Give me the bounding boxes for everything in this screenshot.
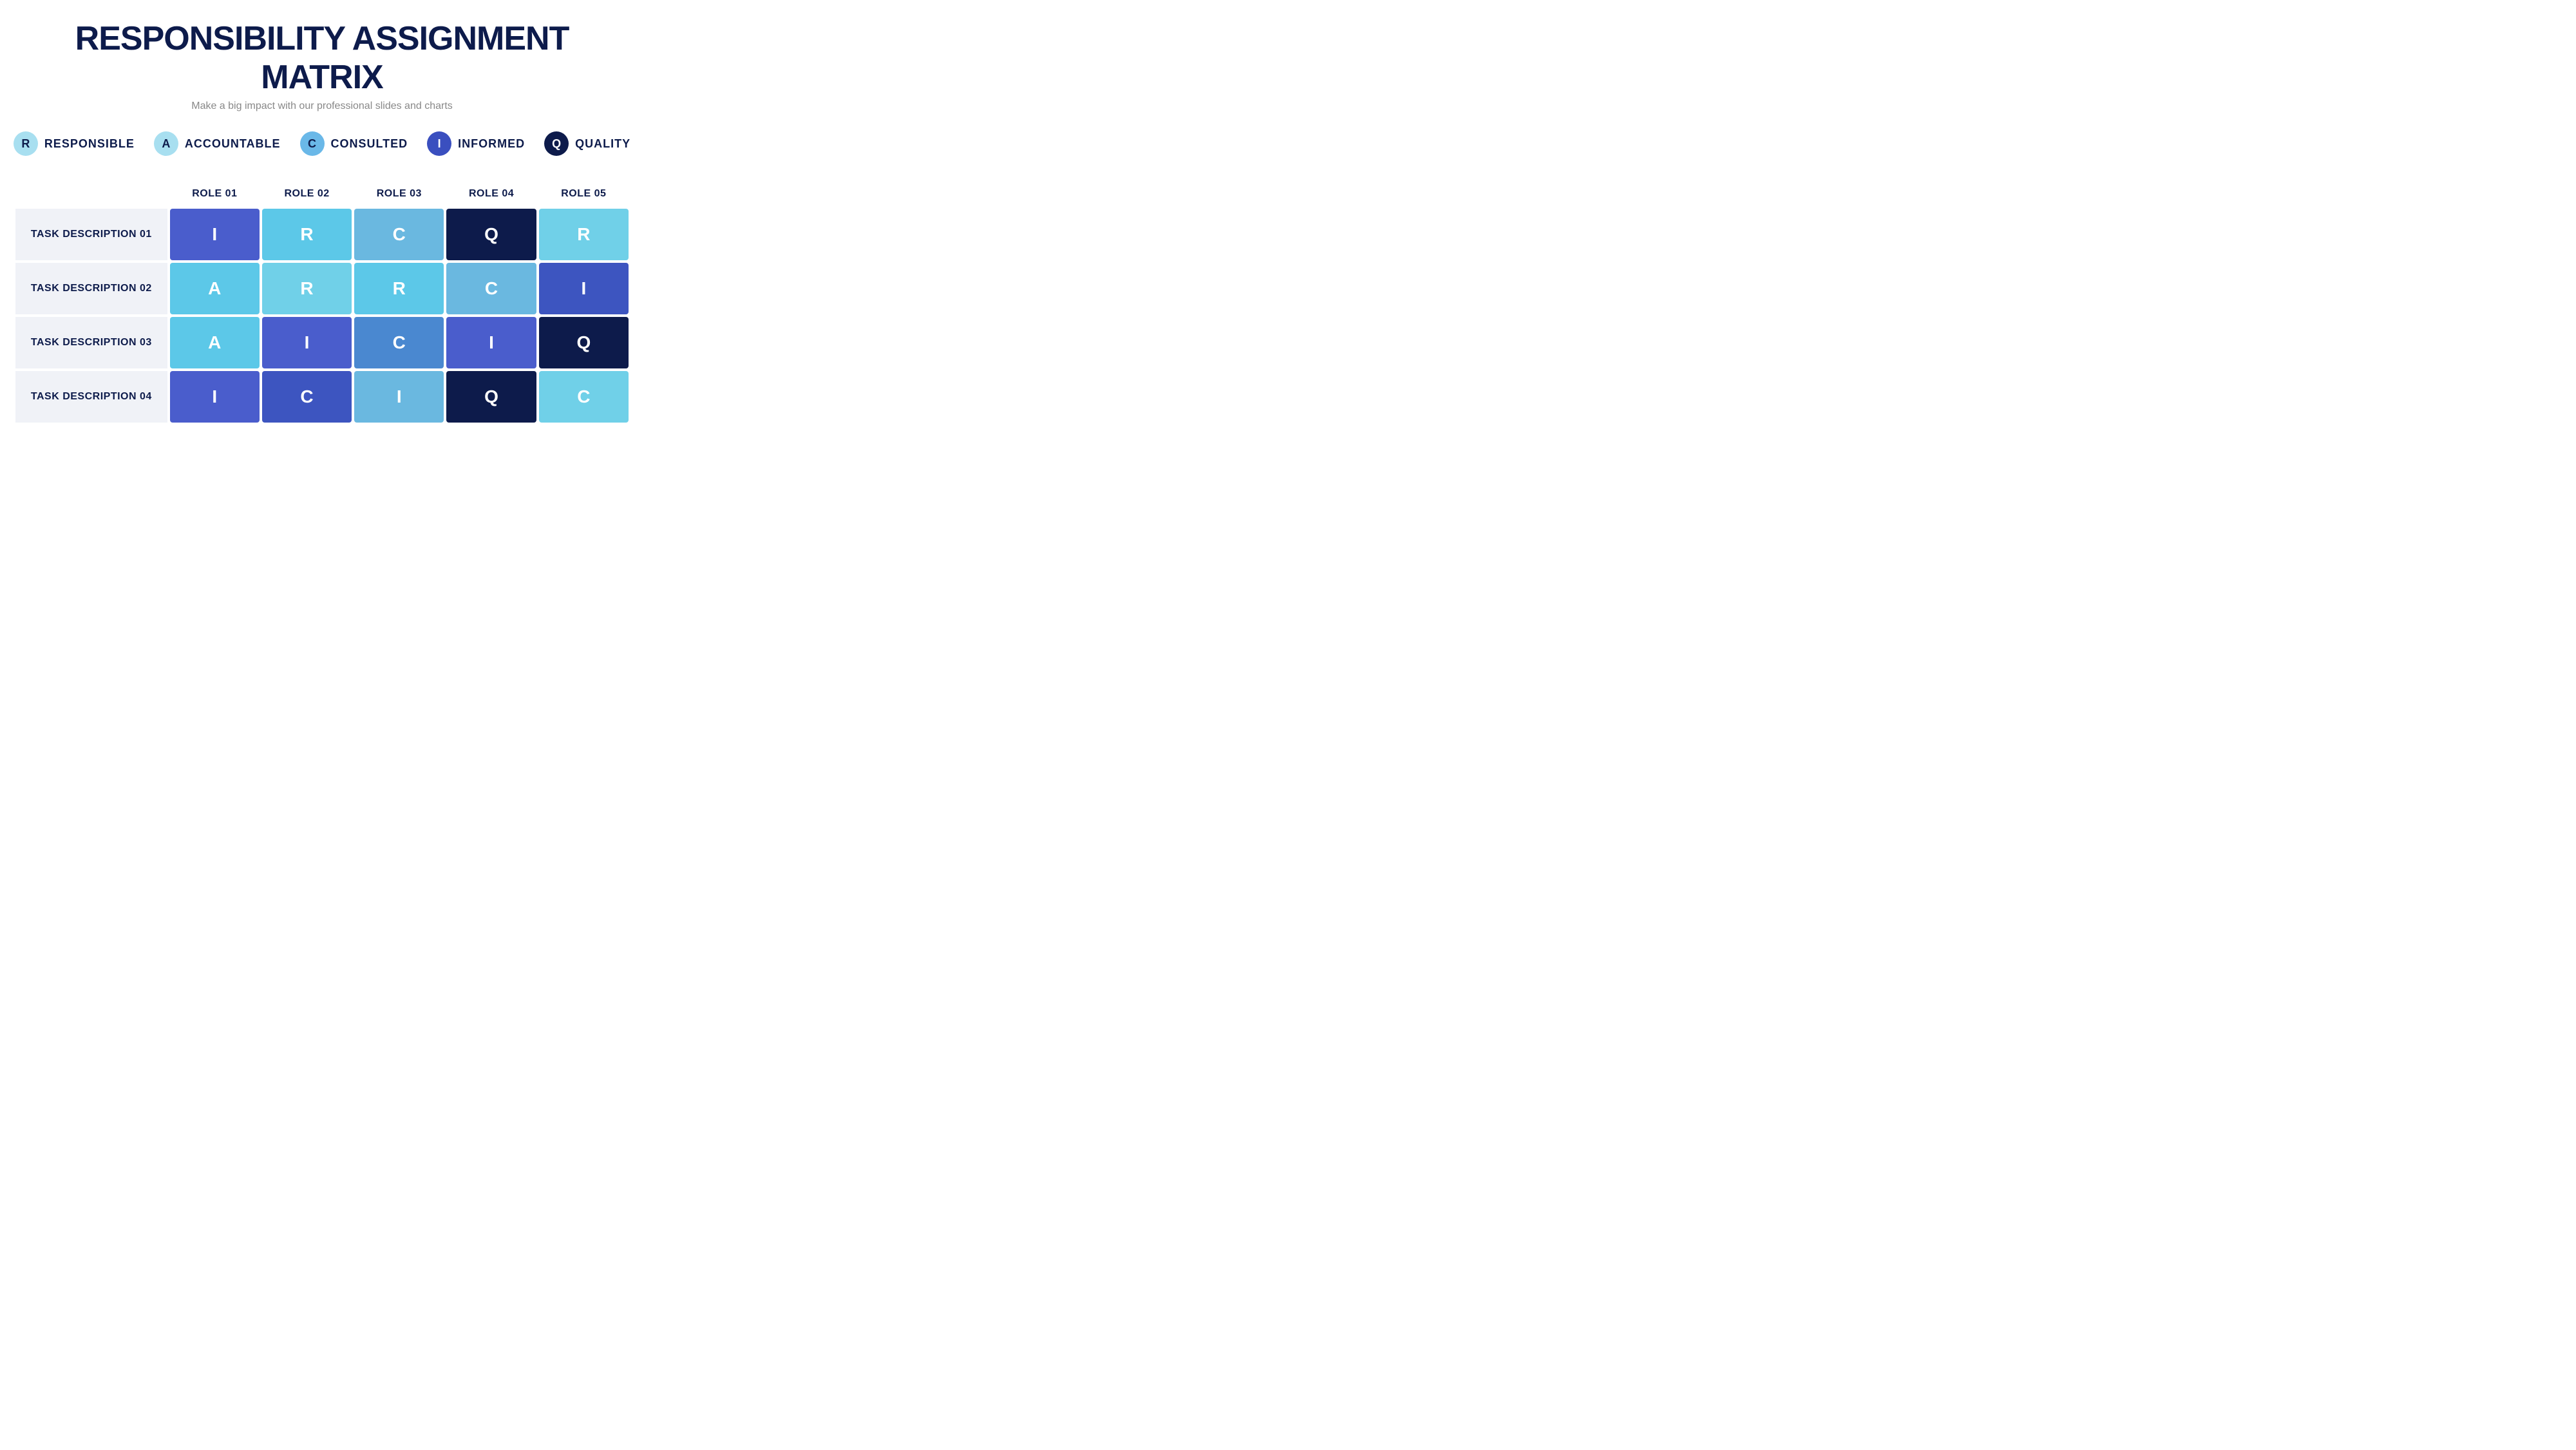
matrix-cell-r2-c5: I	[539, 263, 629, 314]
col-header-4: ROLE 04	[446, 182, 536, 206]
matrix-cell-r2-c1: A	[170, 263, 260, 314]
col-header-1: ROLE 01	[170, 182, 260, 206]
legend-label-r: RESPONSIBLE	[44, 137, 135, 151]
legend-badge-i: I	[427, 131, 451, 156]
matrix-cell-r4-c5: C	[539, 371, 629, 423]
legend-label-a: ACCOUNTABLE	[185, 137, 281, 151]
matrix-cell-r1-c4: Q	[446, 209, 536, 260]
matrix-cell-r1-c2: R	[262, 209, 352, 260]
matrix-table: ROLE 01ROLE 02ROLE 03ROLE 04ROLE 05 TASK …	[13, 179, 631, 425]
matrix-cell-r1-c1: I	[170, 209, 260, 260]
legend-label-i: INFORMED	[458, 137, 525, 151]
table-row: TASK DESCRIPTION 04ICIQC	[15, 371, 629, 423]
table-row: TASK DESCRIPTION 03AICIQ	[15, 317, 629, 368]
legend-item-c: C CONSULTED	[300, 131, 408, 156]
legend-item-q: Q QUALITY	[544, 131, 630, 156]
matrix-cell-r2-c4: C	[446, 263, 536, 314]
legend-item-a: A ACCOUNTABLE	[154, 131, 281, 156]
legend-item-r: R RESPONSIBLE	[14, 131, 135, 156]
legend-badge-q: Q	[544, 131, 569, 156]
col-header-empty	[15, 182, 167, 206]
matrix-cell-r1-c5: R	[539, 209, 629, 260]
legend-label-c: CONSULTED	[331, 137, 408, 151]
matrix-cell-r3-c3: C	[354, 317, 444, 368]
task-label-1: TASK DESCRIPTION 01	[15, 209, 167, 260]
matrix-cell-r4-c4: Q	[446, 371, 536, 423]
task-label-2: TASK DESCRIPTION 02	[15, 263, 167, 314]
matrix-cell-r3-c5: Q	[539, 317, 629, 368]
table-row: TASK DESCRIPTION 01IRCQR	[15, 209, 629, 260]
matrix-cell-r4-c1: I	[170, 371, 260, 423]
matrix-cell-r3-c2: I	[262, 317, 352, 368]
task-label-3: TASK DESCRIPTION 03	[15, 317, 167, 368]
page-title: RESPONSIBILITY ASSIGNMENT MATRIX	[13, 19, 631, 97]
matrix-cell-r1-c3: C	[354, 209, 444, 260]
task-label-4: TASK DESCRIPTION 04	[15, 371, 167, 423]
legend-badge-a: A	[154, 131, 178, 156]
matrix-cell-r4-c2: C	[262, 371, 352, 423]
legend: R RESPONSIBLE A ACCOUNTABLE C CONSULTED …	[14, 131, 630, 156]
matrix-cell-r2-c3: R	[354, 263, 444, 314]
col-header-5: ROLE 05	[539, 182, 629, 206]
legend-badge-c: C	[300, 131, 325, 156]
legend-label-q: QUALITY	[575, 137, 630, 151]
page-subtitle: Make a big impact with our professional …	[191, 100, 453, 112]
matrix-cell-r4-c3: I	[354, 371, 444, 423]
matrix-cell-r3-c1: A	[170, 317, 260, 368]
matrix-cell-r3-c4: I	[446, 317, 536, 368]
matrix-container: ROLE 01ROLE 02ROLE 03ROLE 04ROLE 05 TASK …	[13, 179, 631, 425]
col-header-3: ROLE 03	[354, 182, 444, 206]
table-row: TASK DESCRIPTION 02ARRCI	[15, 263, 629, 314]
matrix-cell-r2-c2: R	[262, 263, 352, 314]
legend-badge-r: R	[14, 131, 38, 156]
col-header-2: ROLE 02	[262, 182, 352, 206]
legend-item-i: I INFORMED	[427, 131, 525, 156]
